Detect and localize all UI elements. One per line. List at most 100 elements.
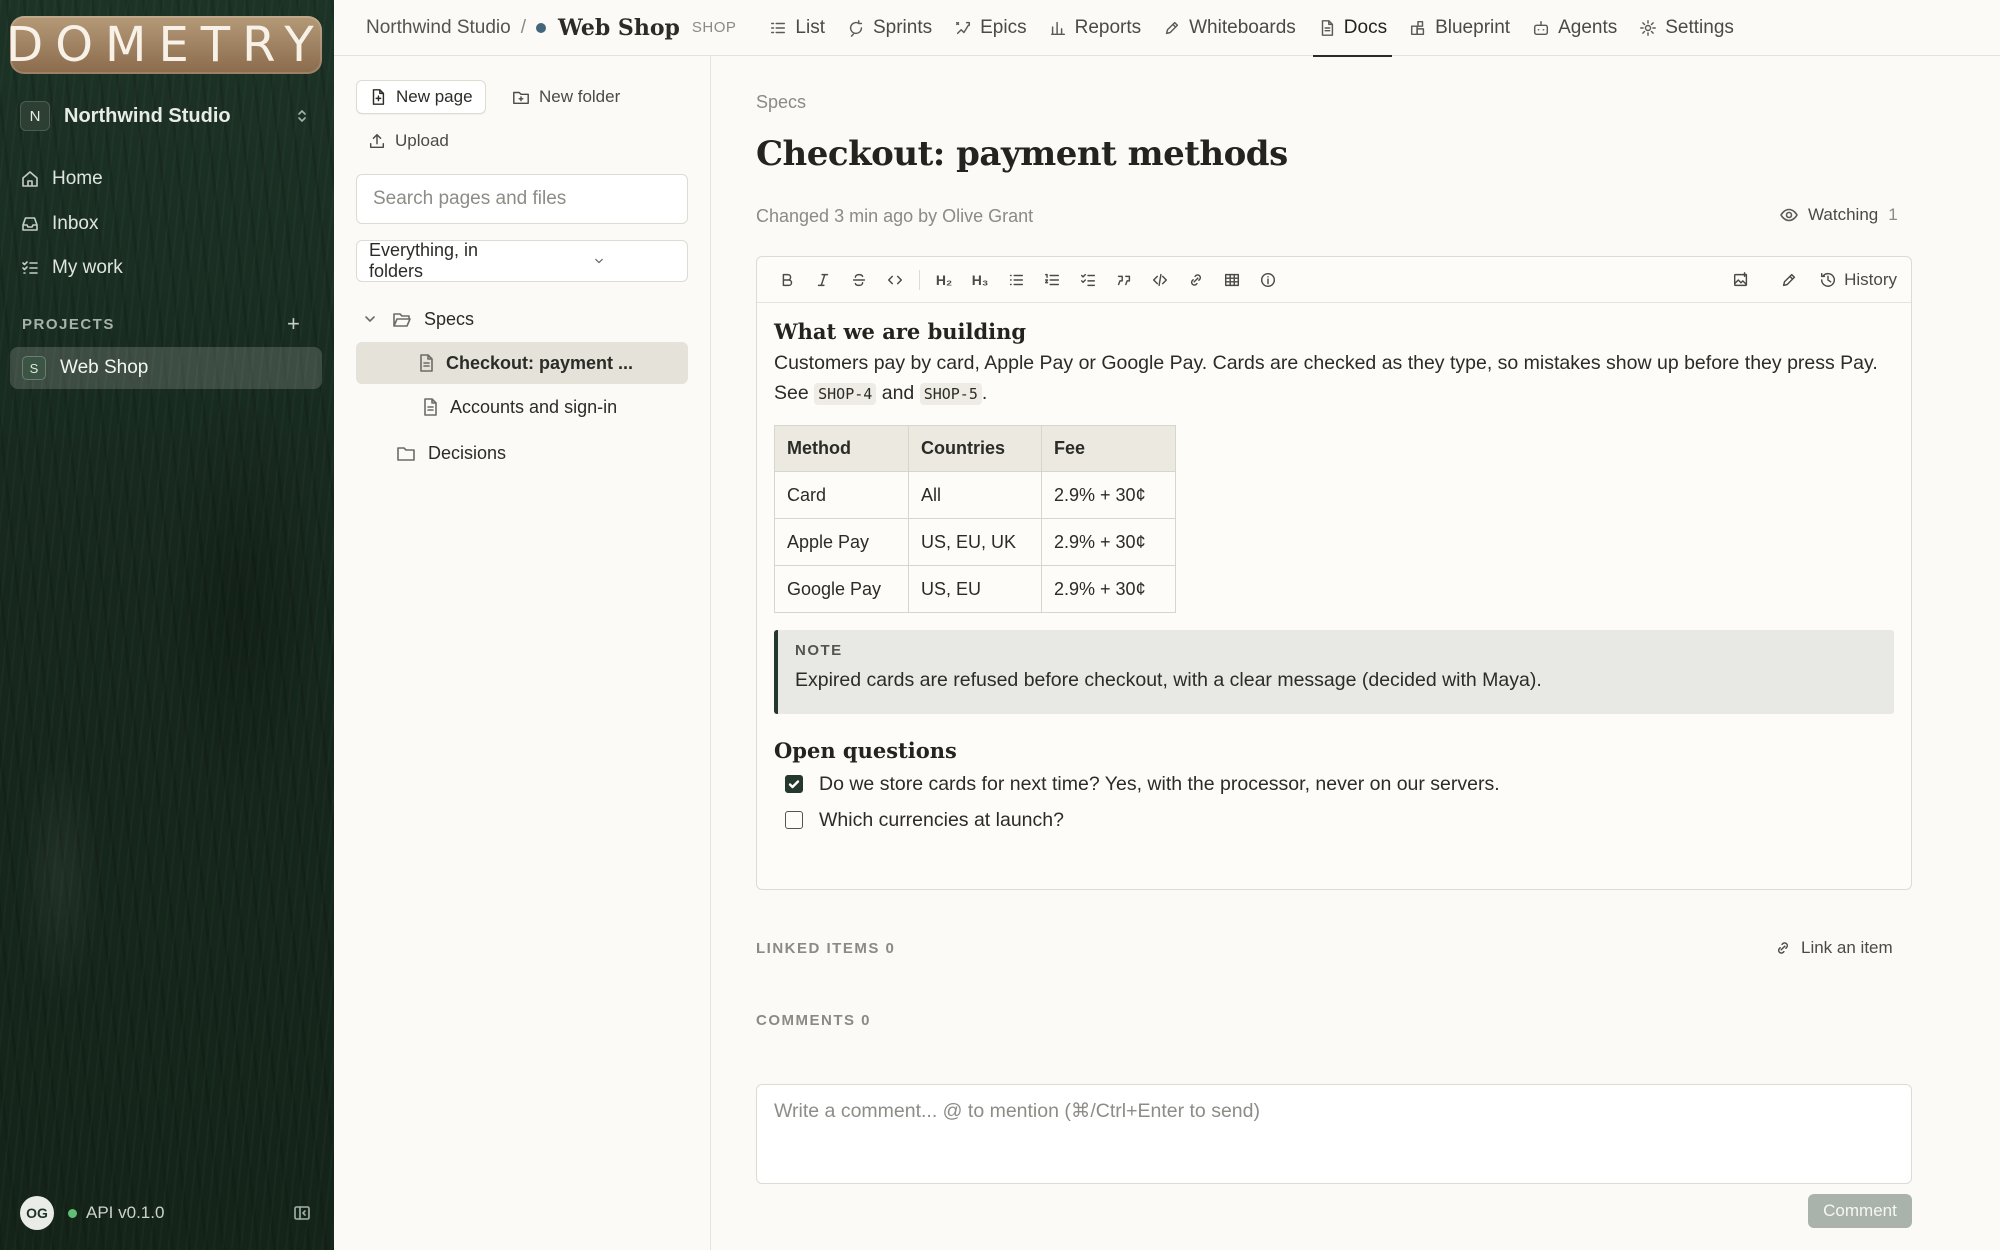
table-cell: US, EU, UK <box>908 518 1042 566</box>
tab-docs[interactable]: Docs <box>1307 0 1398 57</box>
quote-button[interactable] <box>1106 264 1142 296</box>
tree-page-checkout[interactable]: Checkout: payment ... <box>356 342 688 384</box>
italic-button[interactable] <box>805 264 841 296</box>
tab-agents[interactable]: Agents <box>1521 0 1628 56</box>
heading2-button[interactable]: H₂ <box>926 264 962 296</box>
tab-label: Agents <box>1558 16 1618 38</box>
info-icon <box>1259 271 1277 289</box>
chevron-down-icon[interactable] <box>360 309 380 329</box>
inline-code-button[interactable] <box>877 264 913 296</box>
comment-submit-button[interactable]: Comment <box>1808 1194 1912 1228</box>
collapse-sidebar-icon[interactable] <box>292 1203 312 1223</box>
new-folder-label: New folder <box>539 87 621 106</box>
chevron-down-icon <box>522 253 675 269</box>
doc-editor[interactable]: H₂ H₃ History What we are building Custo… <box>756 256 1912 890</box>
pen-icon <box>1780 271 1798 289</box>
code-block-button[interactable] <box>1142 264 1178 296</box>
insert-image-button[interactable] <box>1723 264 1759 296</box>
quote-icon <box>1115 271 1133 289</box>
link-icon <box>1187 271 1205 289</box>
todo-item: Which currencies at launch? <box>774 805 1894 835</box>
sidebar-item-label: Home <box>52 168 103 189</box>
page-title[interactable]: Checkout: payment methods <box>756 134 1288 174</box>
api-version: API v0.1.0 <box>86 1203 165 1222</box>
new-folder-button[interactable]: New folder <box>512 80 620 114</box>
edit-button[interactable] <box>1771 264 1807 296</box>
folder-icon <box>396 443 416 463</box>
search-pages-input[interactable] <box>356 174 688 224</box>
tree-folder-specs[interactable]: Specs <box>356 298 688 340</box>
tab-label: Blueprint <box>1435 16 1511 38</box>
issue-ref-shop-5[interactable]: SHOP-5 <box>919 383 982 405</box>
project-title[interactable]: Web Shop <box>558 15 680 41</box>
checklist-button[interactable] <box>1070 264 1106 296</box>
table-button[interactable] <box>1214 264 1250 296</box>
add-project-button[interactable]: + <box>287 313 300 335</box>
workspace-name: Northwind Studio <box>64 104 231 127</box>
avatar[interactable]: OG <box>20 1196 54 1230</box>
inbox-icon <box>20 214 40 234</box>
upload-button[interactable]: Upload <box>368 124 449 158</box>
sprint-icon <box>847 19 865 37</box>
todo-checkbox[interactable] <box>785 811 803 829</box>
strikethrough-button[interactable] <box>841 264 877 296</box>
todo-item: Do we store cards for next time? Yes, wi… <box>774 769 1894 799</box>
table-header-row: Method Countries Fee <box>774 425 1176 472</box>
table-row: Apple Pay US, EU, UK 2.9% + 30¢ <box>774 518 1176 566</box>
history-button[interactable]: History <box>1819 270 1897 290</box>
bullet-list-icon <box>1007 271 1025 289</box>
issue-ref-shop-4[interactable]: SHOP-4 <box>814 383 877 405</box>
tab-blueprint[interactable]: Blueprint <box>1398 0 1521 56</box>
breadcrumb-org[interactable]: Northwind Studio <box>366 17 511 39</box>
table-header: Countries <box>908 425 1042 472</box>
watch-button[interactable]: Watching 1 <box>1779 205 1898 225</box>
numbered-list-button[interactable] <box>1034 264 1070 296</box>
link-button[interactable] <box>1178 264 1214 296</box>
italic-icon <box>814 271 832 289</box>
tab-sprints[interactable]: Sprints <box>836 0 943 56</box>
table-icon <box>1223 271 1241 289</box>
workspace-switcher[interactable]: N Northwind Studio <box>20 100 312 132</box>
table-cell: 2.9% + 30¢ <box>1041 518 1176 566</box>
tree-page-accounts[interactable]: Accounts and sign-in <box>356 386 688 428</box>
list-icon <box>769 19 787 37</box>
tree-item-label: Checkout: payment ... <box>446 352 634 373</box>
doc-main: Specs Checkout: payment methods Changed … <box>712 56 2000 1250</box>
sidebar-item-inbox[interactable]: Inbox <box>20 204 312 244</box>
tab-whiteboards[interactable]: Whiteboards <box>1152 0 1307 56</box>
watch-count: 1 <box>1888 205 1898 224</box>
upload-icon <box>368 132 386 150</box>
tab-reports[interactable]: Reports <box>1038 0 1153 56</box>
link-icon <box>1774 939 1792 957</box>
doc-content[interactable]: What we are building Customers pay by ca… <box>757 303 1911 835</box>
new-page-button[interactable]: New page <box>356 80 486 114</box>
callout-button[interactable] <box>1250 264 1286 296</box>
sidebar-project-web-shop[interactable]: S Web Shop <box>10 347 322 389</box>
tab-list[interactable]: List <box>758 0 836 56</box>
sidebar-item-home[interactable]: Home <box>20 159 312 199</box>
link-item-button[interactable]: Link an item <box>1774 938 1893 958</box>
table-cell: Apple Pay <box>774 518 909 566</box>
table-cell: 2.9% + 30¢ <box>1041 471 1176 519</box>
doc-paragraph: Customers pay by card, Apple Pay or Goog… <box>774 348 1894 409</box>
tab-epics[interactable]: Epics <box>943 0 1037 56</box>
todo-checkbox-checked[interactable] <box>785 775 803 793</box>
sidebar-item-my-work[interactable]: My work <box>20 248 312 288</box>
comment-input[interactable] <box>756 1084 1912 1184</box>
sidebar-footer: OG API v0.1.0 <box>20 1196 312 1230</box>
heading3-button[interactable]: H₃ <box>962 264 998 296</box>
bullet-list-button[interactable] <box>998 264 1034 296</box>
bold-icon <box>778 271 796 289</box>
checklist-icon <box>1079 271 1097 289</box>
table-cell: US, EU <box>908 565 1042 613</box>
tree-folder-decisions[interactable]: Decisions <box>356 432 688 474</box>
pages-filter-select[interactable]: Everything, in folders <box>356 240 688 282</box>
bold-button[interactable] <box>769 264 805 296</box>
new-page-label: New page <box>396 87 473 106</box>
numbered-list-icon <box>1043 271 1061 289</box>
tab-settings[interactable]: Settings <box>1628 0 1745 56</box>
doc-breadcrumb[interactable]: Specs <box>756 92 806 113</box>
app-logo[interactable]: DOMETRY <box>6 16 322 74</box>
note-text: Expired cards are refused before checkou… <box>795 669 1542 691</box>
project-badge: S <box>22 356 46 380</box>
